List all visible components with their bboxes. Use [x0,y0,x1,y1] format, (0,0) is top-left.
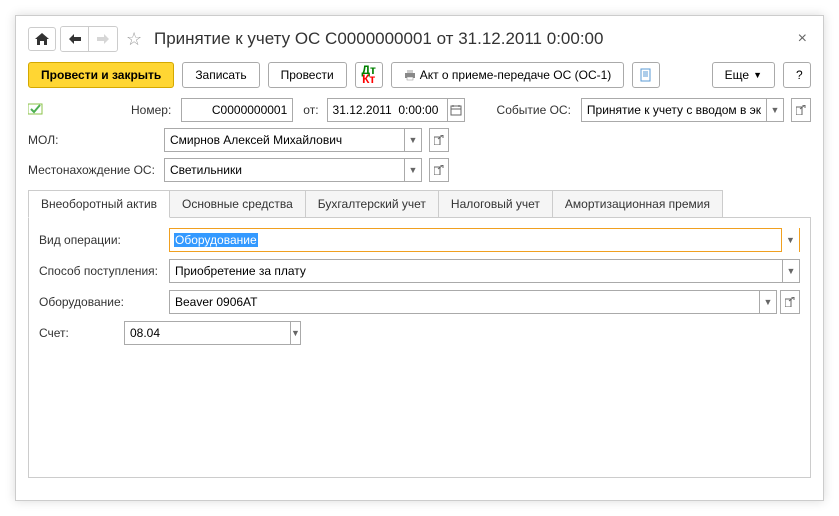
equipment-input[interactable] [169,290,759,314]
chevron-down-icon: ▼ [753,70,762,80]
mol-input[interactable] [164,128,404,152]
act-label: Акт о приеме-передаче ОС (ОС-1) [420,68,612,82]
operation-type-group: Оборудование ▼ [169,228,800,252]
mol-group: ▼ [164,128,422,152]
status-icon [28,102,48,118]
account-input[interactable] [124,321,290,345]
operation-type-label: Вид операции: [39,233,169,247]
location-input[interactable] [164,158,404,182]
event-input[interactable] [581,98,766,122]
calendar-icon [450,104,462,116]
receipt-method-dropdown[interactable]: ▼ [782,259,800,283]
equipment-dropdown[interactable]: ▼ [759,290,777,314]
write-button[interactable]: Записать [182,62,259,88]
location-group: ▼ [164,158,422,182]
event-dropdown[interactable]: ▼ [766,98,784,122]
dtkt-button[interactable]: ДтКт [355,62,383,88]
close-button[interactable]: × [794,30,811,48]
equipment-open-button[interactable] [780,290,800,314]
open-icon [796,105,806,115]
help-button[interactable]: ? [783,62,811,88]
more-label: Еще [725,68,749,82]
mol-label: МОЛ: [28,133,160,147]
row-operation-type: Вид операции: Оборудование ▼ [39,228,800,252]
date-input[interactable] [327,98,447,122]
date-group [327,98,465,122]
nav-group [60,26,118,52]
receipt-method-input[interactable] [169,259,782,283]
account-label: Счет: [39,326,124,340]
tab-fixed-assets[interactable]: Основные средства [169,190,306,217]
location-open-button[interactable] [429,158,449,182]
tabs: Внеоборотный актив Основные средства Бух… [28,190,811,218]
row-receipt-method: Способ поступления: ▼ [39,259,800,283]
open-icon [785,297,795,307]
window-title: Принятие к учету ОС С0000000001 от 31.12… [154,29,603,49]
account-group: ▼ [124,321,224,345]
number-input[interactable] [181,98,293,122]
operation-type-value[interactable]: Оборудование [174,233,258,247]
event-open-button[interactable] [791,98,811,122]
tab-accounting[interactable]: Бухгалтерский учет [305,190,439,217]
act-button[interactable]: Акт о приеме-передаче ОС (ОС-1) [391,62,625,88]
tab-tax[interactable]: Налоговый учет [438,190,553,217]
mol-dropdown[interactable]: ▼ [404,128,422,152]
post-and-close-button[interactable]: Провести и закрыть [28,62,174,88]
back-button[interactable] [61,27,89,51]
row-account: Счет: ▼ [39,321,800,345]
toolbar: Провести и закрыть Записать Провести ДтК… [28,62,811,88]
tab-depreciation-bonus[interactable]: Амортизационная премия [552,190,723,217]
document-icon [640,68,652,82]
dtkt-icon: ДтКт [361,66,375,84]
location-dropdown[interactable]: ▼ [404,158,422,182]
receipt-method-group: ▼ [169,259,800,283]
open-icon [434,135,444,145]
post-button[interactable]: Провести [268,62,347,88]
receipt-method-label: Способ поступления: [39,264,169,278]
row-location: Местонахождение ОС: ▼ [28,158,811,182]
date-picker-button[interactable] [447,98,465,122]
account-dropdown[interactable]: ▼ [290,321,301,345]
row-equipment: Оборудование: ▼ [39,290,800,314]
open-icon [434,165,444,175]
forward-button[interactable] [89,27,117,51]
operation-type-dropdown[interactable]: ▼ [781,228,799,252]
equipment-label: Оборудование: [39,295,169,309]
more-button[interactable]: Еще ▼ [712,62,775,88]
event-label: Событие ОС: [497,103,571,117]
number-label: Номер: [131,103,171,117]
from-label: от: [303,103,318,117]
window: ☆ Принятие к учету ОС С0000000001 от 31.… [15,15,824,501]
home-button[interactable] [28,27,56,51]
row-mol: МОЛ: ▼ [28,128,811,152]
equipment-group: ▼ [169,290,777,314]
tab-content: Вид операции: Оборудование ▼ Способ пост… [28,218,811,478]
tab-noncurrent-asset[interactable]: Внеоборотный актив [28,190,170,218]
mol-open-button[interactable] [429,128,449,152]
event-group: ▼ [581,98,784,122]
document-button[interactable] [632,62,660,88]
favorite-star-icon[interactable]: ☆ [126,29,146,49]
row-number: Номер: от: Событие ОС: ▼ [28,98,811,122]
printer-icon [404,69,416,81]
header: ☆ Принятие к учету ОС С0000000001 от 31.… [28,26,811,52]
location-label: Местонахождение ОС: [28,163,160,177]
